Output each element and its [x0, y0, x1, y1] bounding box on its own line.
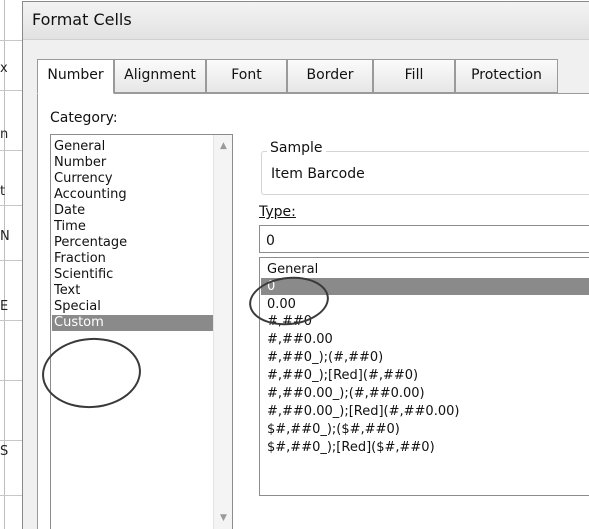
sheet-gridline — [0, 90, 22, 91]
tab-strip: Number Alignment Font Border Fill Protec… — [37, 59, 589, 94]
category-item-accounting[interactable]: Accounting — [52, 187, 213, 203]
format-item-selected[interactable]: 0 — [261, 278, 589, 295]
sheet-gridline — [0, 40, 22, 41]
sample-label: Sample — [267, 140, 326, 156]
type-label: Type: — [259, 204, 296, 220]
format-item[interactable]: General — [261, 261, 589, 278]
sheet-cell-fragment: x — [0, 62, 8, 76]
category-item-fraction[interactable]: Fraction — [52, 251, 213, 267]
sheet-cell-fragment: E — [0, 300, 9, 314]
sheet-gridline — [0, 440, 22, 441]
format-cells-dialog: Format Cells Number Alignment Font Borde… — [22, 1, 589, 529]
category-scrollbar[interactable]: ▲ ▼ — [213, 135, 232, 529]
sample-value: Item Barcode — [271, 166, 365, 182]
category-item-percentage[interactable]: Percentage — [52, 235, 213, 251]
category-item-scientific[interactable]: Scientific — [52, 267, 213, 283]
sheet-gridline — [0, 150, 22, 151]
sheet-gridline — [0, 495, 22, 496]
category-label: Category: — [50, 110, 118, 126]
format-item[interactable]: #,##0.00_);[Red](#,##0.00) — [261, 403, 589, 420]
sheet-gridline — [0, 260, 22, 261]
sheet-cell-fragment: t — [0, 185, 6, 199]
type-input[interactable] — [259, 225, 589, 253]
sheet-gridline — [0, 205, 22, 206]
category-item-custom[interactable]: Custom — [52, 315, 213, 331]
sheet-gridline — [0, 380, 22, 381]
background-worksheet: x n t N E S — [0, 0, 22, 529]
category-item-general[interactable]: General — [52, 139, 213, 155]
dialog-title: Format Cells — [32, 10, 132, 29]
format-item[interactable]: #,##0_);[Red](#,##0) — [261, 367, 589, 384]
dialog-titlebar[interactable]: Format Cells — [23, 2, 589, 40]
format-code-list[interactable]: General 0 0.00 #,##0 #,##0.00 #,##0_);(#… — [259, 257, 589, 496]
sheet-cell-fragment: n — [0, 128, 9, 142]
tab-border[interactable]: Border — [287, 59, 373, 93]
category-list[interactable]: General Number Currency Accounting Date … — [50, 134, 233, 529]
tab-font[interactable]: Font — [206, 59, 287, 93]
tab-protection[interactable]: Protection — [455, 59, 558, 93]
category-item-date[interactable]: Date — [52, 203, 213, 219]
tab-number[interactable]: Number — [37, 59, 114, 94]
format-item[interactable]: $#,##0_);[Red]($#,##0) — [261, 439, 589, 456]
category-item-special[interactable]: Special — [52, 299, 213, 315]
number-tab-panel: Category: General Number Currency Accoun… — [37, 93, 589, 529]
tab-alignment[interactable]: Alignment — [114, 59, 206, 93]
format-item[interactable]: #,##0.00 — [261, 331, 589, 348]
screenshot-stage: x n t N E S Format Cells Number Alignmen… — [0, 0, 589, 529]
tab-fill[interactable]: Fill — [373, 59, 455, 93]
category-item-number[interactable]: Number — [52, 155, 213, 171]
sheet-cell-fragment: N — [0, 230, 10, 244]
category-item-currency[interactable]: Currency — [52, 171, 213, 187]
format-item[interactable]: #,##0.00_);(#,##0.00) — [261, 385, 589, 402]
scroll-down-arrow-icon[interactable]: ▼ — [218, 513, 229, 523]
category-item-time[interactable]: Time — [52, 219, 213, 235]
category-item-text[interactable]: Text — [52, 283, 213, 299]
sheet-gridline — [0, 320, 22, 321]
format-item[interactable]: 0.00 — [261, 296, 589, 313]
format-item[interactable]: #,##0_);(#,##0) — [261, 349, 589, 366]
format-item[interactable]: $#,##0_);($#,##0) — [261, 421, 589, 438]
sheet-cell-fragment: S — [0, 445, 9, 459]
format-item[interactable]: #,##0 — [261, 313, 589, 330]
scroll-up-arrow-icon[interactable]: ▲ — [218, 141, 229, 151]
